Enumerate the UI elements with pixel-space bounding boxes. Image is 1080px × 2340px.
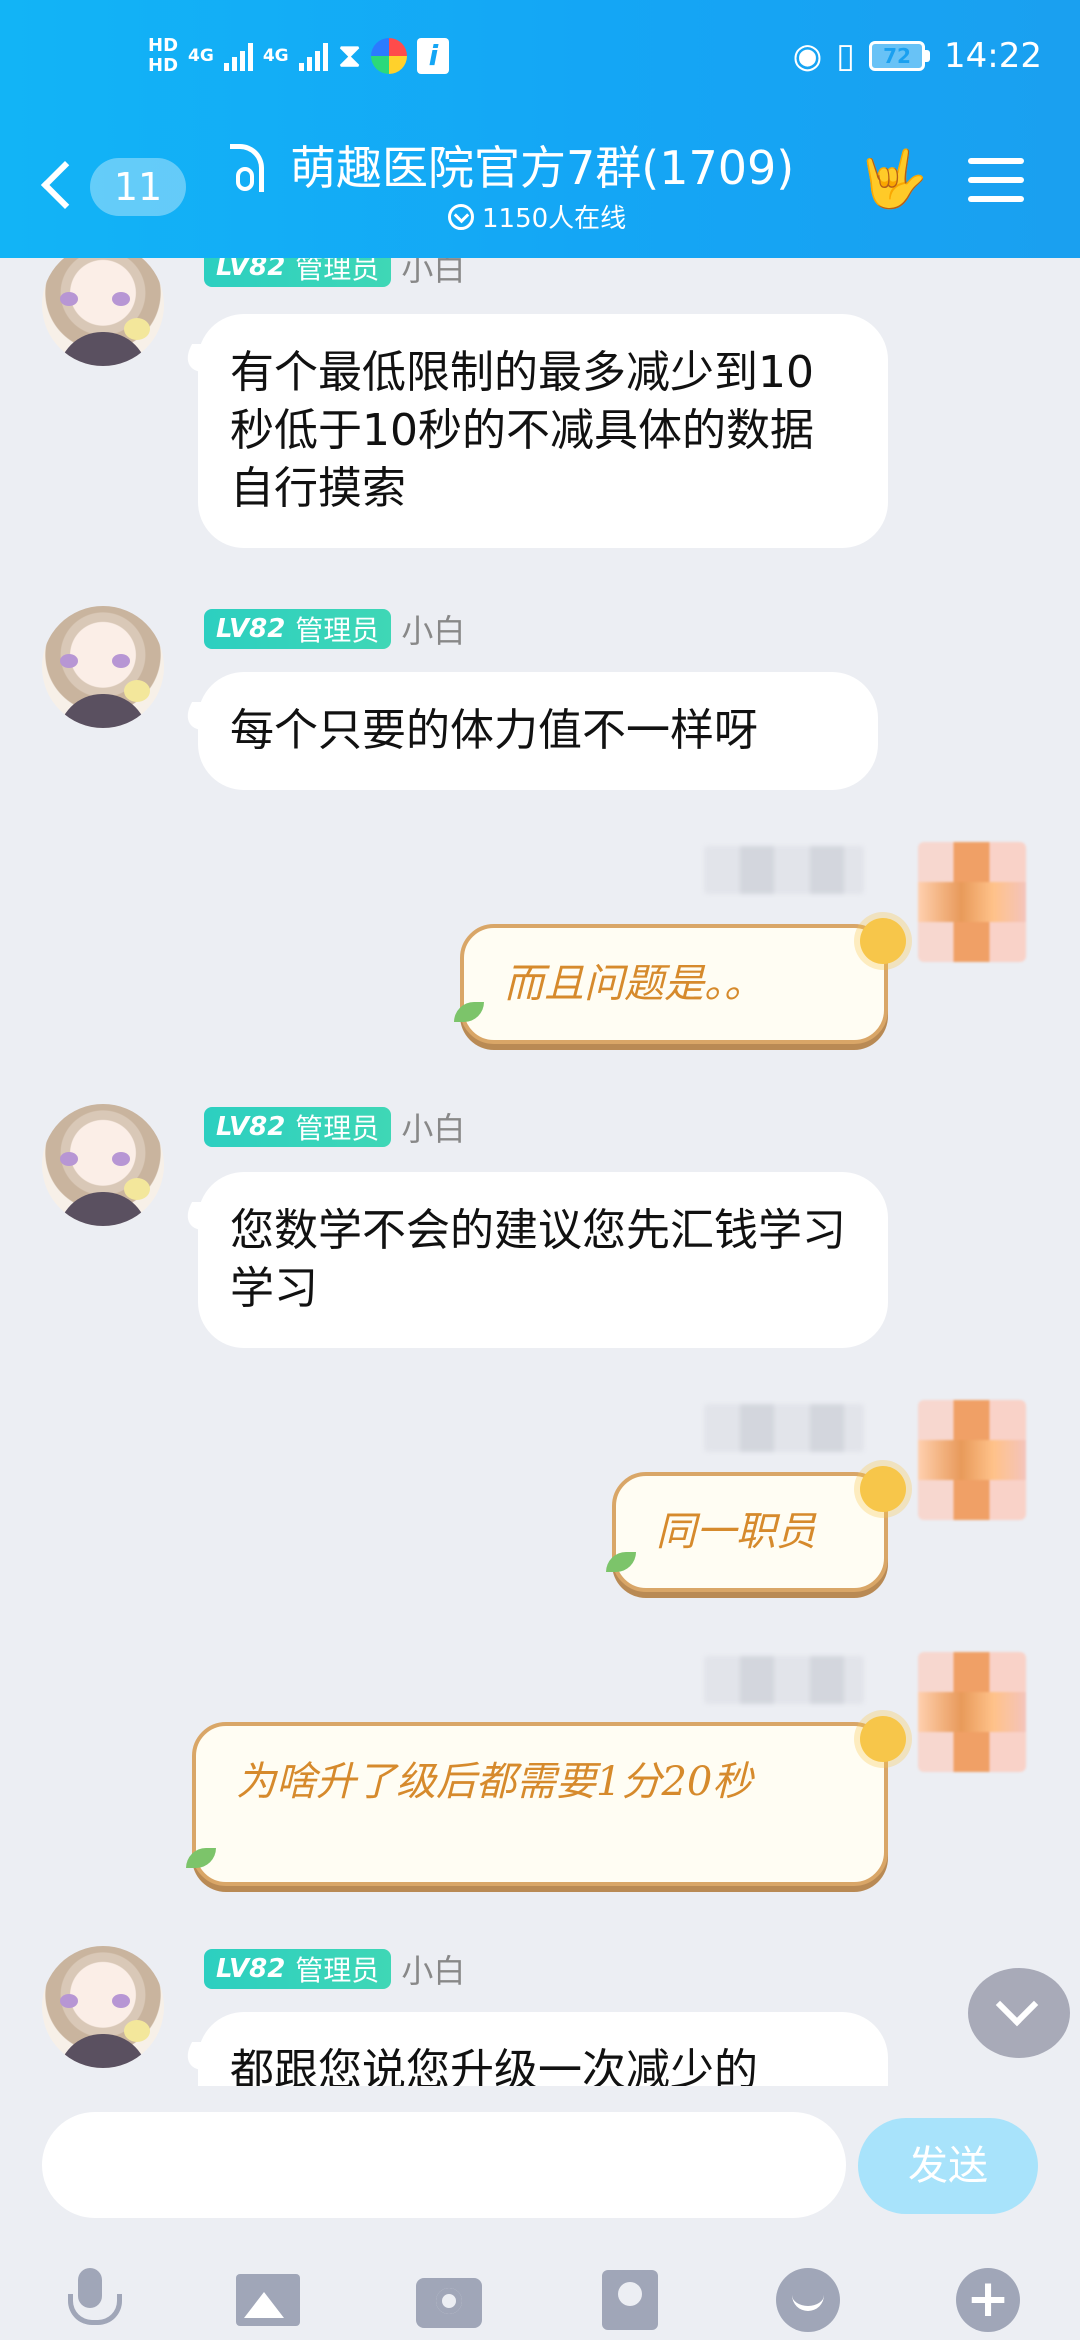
- emoji-icon[interactable]: [776, 2268, 840, 2332]
- sender-name: 小白: [401, 612, 466, 650]
- online-status: 1150人在线: [448, 198, 626, 235]
- sender-row: LV82 管理员 小白: [204, 258, 465, 290]
- network-type-1: 4G: [188, 46, 214, 66]
- chevron-left-icon: [40, 160, 90, 210]
- sun-icon: [860, 1466, 906, 1512]
- level-badge: LV82 管理员: [204, 258, 392, 287]
- network-type-2: 4G: [262, 46, 289, 66]
- message-list[interactable]: LV82 管理员 小白 有个最低限制的最多减少到10秒低于10秒的不减具体的数据自…: [0, 258, 1080, 2086]
- avatar[interactable]: [42, 1104, 164, 1226]
- sender-row: LV82 管理员 小白: [204, 1946, 465, 1992]
- avatar[interactable]: [42, 258, 164, 366]
- blurred-sender-name: [704, 846, 864, 894]
- microphone-icon[interactable]: [58, 2268, 122, 2332]
- chevron-down-icon: [995, 1983, 1039, 2027]
- chevron-circle-icon: [448, 203, 474, 230]
- themed-message-bubble[interactable]: 为啥升了级后都需要1分20秒: [192, 1722, 888, 1886]
- red-packet-icon[interactable]: [598, 2268, 662, 2332]
- info-icon: i: [417, 38, 450, 74]
- chat-header: HD HD 4G 4G ⧗ i ◉ ▯ 72 14:22 11 萌趣医院官方7群…: [0, 0, 1080, 258]
- status-right: ◉ ▯ 72 14:22: [793, 36, 1042, 76]
- signal-icon-2: [298, 41, 328, 71]
- scroll-to-bottom-button[interactable]: [968, 1968, 1070, 2058]
- hourglass-icon: ⧗: [337, 36, 362, 76]
- level-badge: LV82 管理员: [204, 1107, 392, 1147]
- hd-indicators: HD HD: [148, 36, 178, 76]
- level-badge: LV82 管理员: [204, 609, 392, 649]
- message-bubble[interactable]: 都跟您说您升级一次减少的: [198, 2012, 888, 2086]
- sender-row: LV82 管理员 小白: [204, 1104, 465, 1150]
- blurred-sender-name: [704, 1656, 864, 1704]
- camera-icon[interactable]: [416, 2268, 482, 2332]
- sun-icon: [860, 918, 906, 964]
- message-bubble[interactable]: 每个只要的体力值不一样呀: [198, 672, 878, 790]
- signal-icon-1: [223, 41, 253, 71]
- sender-name: 小白: [401, 258, 466, 288]
- message-bubble[interactable]: 您数学不会的建议您先汇钱学习学习: [198, 1172, 888, 1348]
- input-toolbar: [0, 2244, 1080, 2340]
- themed-message-bubble[interactable]: 而且问题是。。: [460, 924, 888, 1044]
- unread-count: 11: [90, 158, 186, 216]
- hd-indicator-2: HD: [148, 55, 179, 76]
- blurred-sender-name: [704, 1404, 864, 1452]
- clock: 14:22: [944, 36, 1042, 76]
- group-title-area[interactable]: 萌趣医院官方7群(1709) 1150人在线: [230, 132, 830, 242]
- app-color-icon: [371, 38, 408, 74]
- message-input[interactable]: [42, 2112, 846, 2218]
- battery-icon: 72: [869, 41, 931, 71]
- avatar[interactable]: [918, 1652, 1026, 1772]
- vibrate-icon: ▯: [836, 36, 856, 76]
- sender-name: 小白: [401, 1952, 466, 1990]
- ear-icon: [230, 144, 264, 192]
- sun-icon: [860, 1716, 906, 1762]
- status-bar: HD HD 4G 4G ⧗ i ◉ ▯ 72 14:22: [0, 30, 1080, 100]
- back-button[interactable]: 11: [40, 150, 190, 220]
- message-bubble[interactable]: 有个最低限制的最多减少到10秒低于10秒的不减具体的数据自行摸索: [198, 314, 888, 548]
- battery-level: 72: [869, 41, 926, 71]
- avatar[interactable]: [918, 1400, 1026, 1520]
- send-button[interactable]: 发送: [858, 2118, 1038, 2214]
- themed-message-bubble[interactable]: 同一职员: [612, 1472, 888, 1592]
- plus-icon[interactable]: [956, 2268, 1020, 2332]
- group-title: 萌趣医院官方7群(1709): [290, 141, 795, 195]
- sender-name: 小白: [401, 1110, 466, 1148]
- menu-icon[interactable]: [968, 158, 1024, 208]
- sender-row: LV82 管理员 小白: [204, 606, 465, 652]
- image-icon[interactable]: [236, 2268, 300, 2332]
- eye-icon: ◉: [792, 36, 823, 76]
- level-badge: LV82 管理员: [204, 1949, 392, 1989]
- hd-indicator-1: HD: [148, 35, 179, 56]
- avatar[interactable]: [42, 606, 164, 728]
- hand-gesture-icon[interactable]: 🤟: [858, 150, 928, 210]
- avatar[interactable]: [918, 842, 1026, 962]
- online-count: 1150人在线: [482, 204, 627, 234]
- avatar[interactable]: [42, 1946, 164, 2068]
- input-area: 发送: [0, 2086, 1080, 2340]
- status-left: HD HD 4G 4G ⧗ i: [148, 36, 450, 76]
